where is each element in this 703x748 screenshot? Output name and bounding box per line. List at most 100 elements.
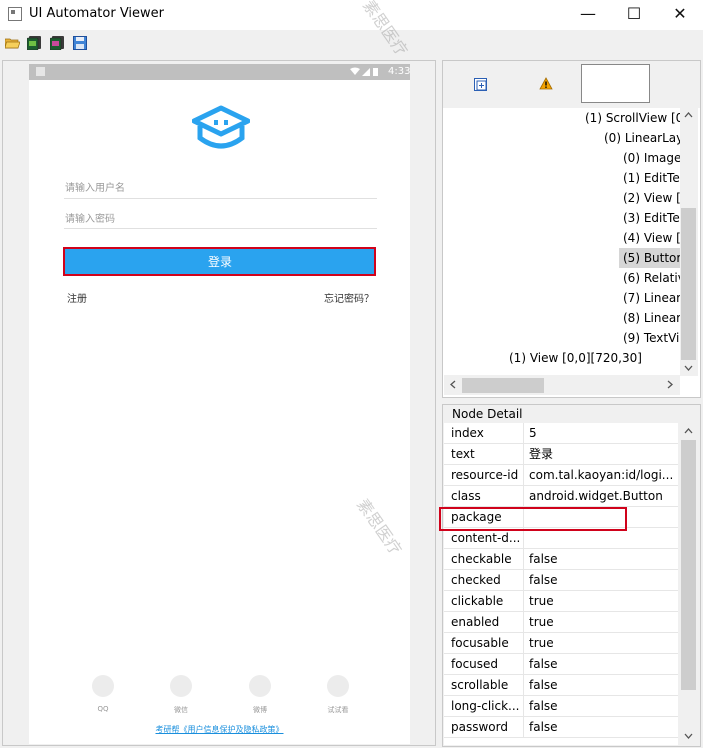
detail-key: checked bbox=[451, 573, 501, 587]
password-underline bbox=[64, 228, 377, 229]
close-button[interactable]: ✕ bbox=[657, 0, 703, 30]
detail-row[interactable]: password false bbox=[444, 717, 678, 738]
detail-row[interactable]: scrollable false bbox=[444, 675, 678, 696]
scroll-up-arrow-icon[interactable] bbox=[684, 112, 693, 118]
graduation-cap-logo-icon bbox=[192, 105, 250, 149]
detail-key: resource-id bbox=[451, 468, 519, 482]
selected-node-highlight bbox=[63, 247, 376, 276]
save-icon[interactable] bbox=[73, 36, 88, 50]
scroll-up-arrow-icon[interactable] bbox=[684, 428, 693, 434]
username-input[interactable]: 请输入用户名 bbox=[65, 179, 125, 194]
minimize-button[interactable]: — bbox=[565, 0, 611, 30]
tree-node[interactable]: (0) LinearLay bbox=[604, 128, 680, 148]
column-divider bbox=[523, 423, 524, 444]
column-divider bbox=[523, 486, 524, 507]
detail-row[interactable]: resource-id com.tal.kaoyan:id/logi... bbox=[444, 465, 678, 486]
tree-node[interactable]: (1) View [0,0][720,30] bbox=[509, 348, 642, 368]
tree-node[interactable]: (9) TextVi bbox=[623, 328, 679, 348]
detail-value[interactable]: com.tal.kaoyan:id/logi... bbox=[529, 465, 676, 485]
detail-value[interactable]: false bbox=[529, 675, 676, 695]
tree-node[interactable]: (3) EditTe bbox=[623, 208, 680, 228]
detail-value[interactable]: true bbox=[529, 612, 676, 632]
detail-key: checkable bbox=[451, 552, 512, 566]
detail-row[interactable]: class android.widget.Button bbox=[444, 486, 678, 507]
wechat-label: 微信 bbox=[174, 706, 188, 714]
detail-row[interactable]: content-d... bbox=[444, 528, 678, 549]
detail-row[interactable]: focusable true bbox=[444, 633, 678, 654]
password-input[interactable]: 请输入密码 bbox=[65, 210, 115, 225]
detail-value[interactable]: true bbox=[529, 591, 676, 611]
guest-icon[interactable] bbox=[327, 675, 349, 697]
tree-node[interactable]: (0) Image bbox=[623, 148, 680, 168]
detail-row[interactable]: checked false bbox=[444, 570, 678, 591]
hierarchy-tree[interactable]: (1) ScrollView [0 (0) LinearLay (0) Imag… bbox=[444, 108, 680, 374]
detail-vertical-scroll-thumb[interactable] bbox=[681, 440, 696, 690]
detail-value[interactable]: 5 bbox=[529, 423, 676, 443]
weibo-icon[interactable] bbox=[249, 675, 271, 697]
detail-row[interactable]: enabled true bbox=[444, 612, 678, 633]
detail-row[interactable]: long-click... false bbox=[444, 696, 678, 717]
register-link[interactable]: 注册 bbox=[67, 290, 87, 305]
detail-key: index bbox=[451, 426, 484, 440]
tree-vertical-scroll-thumb[interactable] bbox=[681, 208, 696, 360]
tree-horizontal-scroll-thumb[interactable] bbox=[462, 378, 544, 393]
main-toolbar bbox=[0, 30, 703, 56]
guest-label: 试试看 bbox=[327, 706, 349, 714]
node-detail-table[interactable]: index 5 text 登录 resource-id com.tal.kaoyan:… bbox=[444, 423, 678, 745]
column-divider bbox=[523, 633, 524, 654]
screenshot-preview-box[interactable] bbox=[581, 64, 650, 103]
qq-icon[interactable] bbox=[92, 675, 114, 697]
detail-key: password bbox=[451, 720, 508, 734]
detail-key: long-click... bbox=[451, 699, 520, 713]
detail-value[interactable]: false bbox=[529, 696, 676, 716]
detail-row[interactable]: index 5 bbox=[444, 423, 678, 444]
scroll-down-arrow-icon[interactable] bbox=[684, 365, 693, 371]
detail-row[interactable]: clickable true bbox=[444, 591, 678, 612]
forgot-password-link[interactable]: 忘记密码？ bbox=[324, 290, 374, 305]
scroll-right-arrow-icon[interactable] bbox=[667, 380, 673, 389]
qq-label: QQ bbox=[97, 705, 109, 713]
tree-node[interactable]: (7) Linear bbox=[623, 288, 680, 308]
device-screen[interactable] bbox=[29, 64, 410, 744]
detail-key: enabled bbox=[451, 615, 500, 629]
wechat-icon[interactable] bbox=[170, 675, 192, 697]
signal-battery-icons bbox=[350, 67, 378, 76]
device-screenshot-compressed-icon[interactable] bbox=[50, 36, 65, 50]
username-underline bbox=[64, 198, 377, 199]
app-icon bbox=[8, 7, 22, 21]
open-folder-icon[interactable] bbox=[5, 36, 20, 50]
detail-value[interactable]: false bbox=[529, 570, 676, 590]
detail-value[interactable]: false bbox=[529, 549, 676, 569]
expand-all-icon[interactable] bbox=[474, 78, 487, 91]
detail-key: clickable bbox=[451, 594, 504, 608]
tree-node[interactable]: (6) Relativ bbox=[623, 268, 680, 288]
detail-row[interactable]: focused false bbox=[444, 654, 678, 675]
tree-node-selected[interactable]: (5) Buttor bbox=[623, 248, 680, 268]
maximize-button[interactable]: ☐ bbox=[611, 0, 657, 30]
warning-icon[interactable] bbox=[539, 77, 553, 90]
column-divider bbox=[523, 654, 524, 675]
detail-row[interactable]: checkable false bbox=[444, 549, 678, 570]
column-divider bbox=[523, 696, 524, 717]
tree-node[interactable]: (2) View [ bbox=[623, 188, 680, 208]
detail-value[interactable]: 登录 bbox=[529, 444, 676, 464]
column-divider bbox=[523, 549, 524, 570]
privacy-policy-link[interactable]: 考研帮《用户信息保护及隐私政策》 bbox=[29, 724, 410, 735]
tree-node[interactable]: (1) ScrollView [0 bbox=[585, 108, 680, 128]
detail-value[interactable]: true bbox=[529, 633, 676, 653]
notification-icon bbox=[36, 67, 45, 76]
detail-key: focusable bbox=[451, 636, 509, 650]
tree-node[interactable]: (4) View [ bbox=[623, 228, 680, 248]
detail-value[interactable]: false bbox=[529, 717, 676, 737]
detail-value[interactable]: android.widget.Button bbox=[529, 486, 676, 506]
scroll-left-arrow-icon[interactable] bbox=[450, 380, 456, 389]
detail-value[interactable]: false bbox=[529, 654, 676, 674]
detail-row[interactable]: text 登录 bbox=[444, 444, 678, 465]
scroll-down-arrow-icon[interactable] bbox=[684, 733, 693, 739]
tree-node[interactable]: (8) Linear bbox=[623, 308, 680, 328]
device-screenshot-icon[interactable] bbox=[27, 36, 42, 50]
tree-node[interactable]: (1) EditTe bbox=[623, 168, 680, 188]
column-divider bbox=[523, 612, 524, 633]
detail-key: focused bbox=[451, 657, 499, 671]
column-divider bbox=[523, 717, 524, 738]
